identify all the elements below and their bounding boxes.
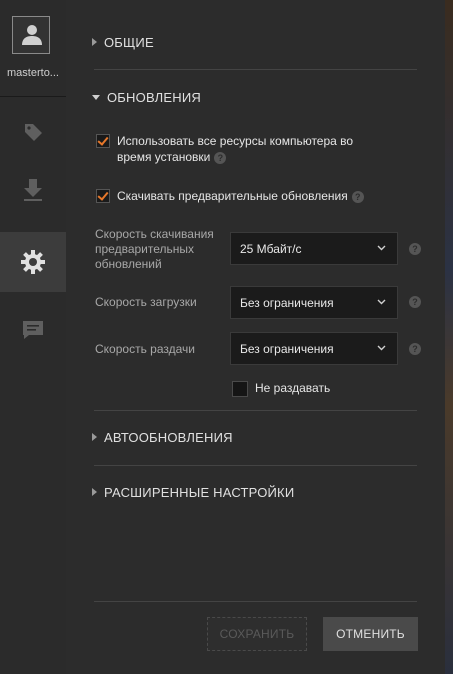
chat-icon: [23, 321, 43, 339]
use-all-resources-label-line2: время установки: [117, 150, 211, 164]
section-autoupdates-title: АВТООБНОВЛЕНИЯ: [104, 429, 233, 445]
user-icon: [22, 25, 42, 45]
gear-icon: [21, 250, 45, 274]
predownload-speed-label-line1: Скорость скачивания: [95, 227, 214, 241]
section-advanced-header[interactable]: РАСШИРЕННЫЕ НАСТРОЙКИ: [92, 482, 294, 502]
divider: [94, 465, 417, 466]
download-speed-select[interactable]: Без ограничения: [230, 286, 398, 319]
help-icon[interactable]: ?: [409, 243, 421, 255]
predownload-speed-label-line3: обновлений: [95, 257, 162, 271]
divider: [94, 69, 417, 70]
chevron-down-icon: [377, 299, 386, 305]
sidebar-item-downloads[interactable]: [0, 160, 66, 220]
predownload-label: Скачивать предварительные обновления?: [117, 188, 364, 204]
sidebar-item-settings[interactable]: [0, 232, 66, 292]
background-artwork: [445, 0, 453, 674]
download-speed-value: Без ограничения: [240, 295, 334, 310]
section-autoupdates-header[interactable]: АВТООБНОВЛЕНИЯ: [92, 427, 233, 447]
predownload-speed-label-line2: предварительных: [95, 242, 195, 256]
sidebar-item-chat[interactable]: [0, 300, 66, 360]
settings-panel: ОБЩИЕ ОБНОВЛЕНИЯ Использовать все ресурс…: [66, 0, 445, 674]
divider: [94, 601, 417, 602]
no-seeding-label: Не раздавать: [255, 381, 331, 395]
predownload-speed-label: Скорость скачивания предварительных обно…: [95, 227, 230, 272]
section-general-title: ОБЩИЕ: [104, 34, 154, 50]
upload-speed-value: Без ограничения: [240, 341, 334, 356]
sidebar-divider: [0, 96, 66, 97]
chevron-down-icon: [377, 345, 386, 351]
save-button[interactable]: СОХРАНИТЬ: [207, 617, 307, 651]
tag-icon: [25, 124, 42, 141]
section-updates-title: ОБНОВЛЕНИЯ: [107, 89, 201, 105]
no-seeding-option: Не раздавать: [232, 380, 330, 397]
help-icon[interactable]: ?: [214, 151, 227, 164]
username[interactable]: masterto...: [0, 67, 66, 79]
predownload-checkbox[interactable]: [96, 189, 110, 203]
upload-speed-select[interactable]: Без ограничения: [230, 332, 398, 365]
chevron-right-icon: [92, 38, 97, 46]
help-icon[interactable]: ?: [409, 296, 421, 308]
predownload-speed-select[interactable]: 25 Мбайт/с: [230, 232, 398, 265]
help-icon[interactable]: ?: [351, 190, 364, 203]
predownload-option: Скачивать предварительные обновления?: [96, 188, 364, 204]
help-icon[interactable]: ?: [409, 343, 421, 355]
use-all-resources-label: Использовать все ресурсы компьютера во в…: [117, 133, 353, 165]
upload-speed-label: Скорость раздачи: [95, 342, 195, 356]
sidebar: masterto...: [0, 0, 66, 674]
use-all-resources-checkbox[interactable]: [96, 134, 110, 148]
predownload-speed-value: 25 Мбайт/с: [240, 241, 302, 256]
chevron-right-icon: [92, 433, 97, 441]
section-advanced-title: РАСШИРЕННЫЕ НАСТРОЙКИ: [104, 484, 295, 500]
no-seeding-checkbox[interactable]: [232, 381, 248, 397]
use-all-resources-option: Использовать все ресурсы компьютера во в…: [96, 133, 353, 165]
chevron-right-icon: [92, 488, 97, 496]
cancel-button[interactable]: ОТМЕНИТЬ: [323, 617, 418, 651]
divider: [94, 410, 417, 411]
predownload-label-text: Скачивать предварительные обновления: [117, 189, 348, 203]
use-all-resources-label-line1: Использовать все ресурсы компьютера во: [117, 134, 354, 148]
avatar[interactable]: [12, 16, 50, 54]
download-speed-label: Скорость загрузки: [95, 295, 197, 309]
sidebar-item-store[interactable]: [0, 102, 66, 162]
download-icon: [24, 179, 42, 201]
section-updates-header[interactable]: ОБНОВЛЕНИЯ: [92, 87, 201, 107]
chevron-down-icon: [92, 94, 100, 100]
chevron-down-icon: [377, 245, 386, 251]
section-general-header[interactable]: ОБЩИЕ: [92, 32, 154, 52]
